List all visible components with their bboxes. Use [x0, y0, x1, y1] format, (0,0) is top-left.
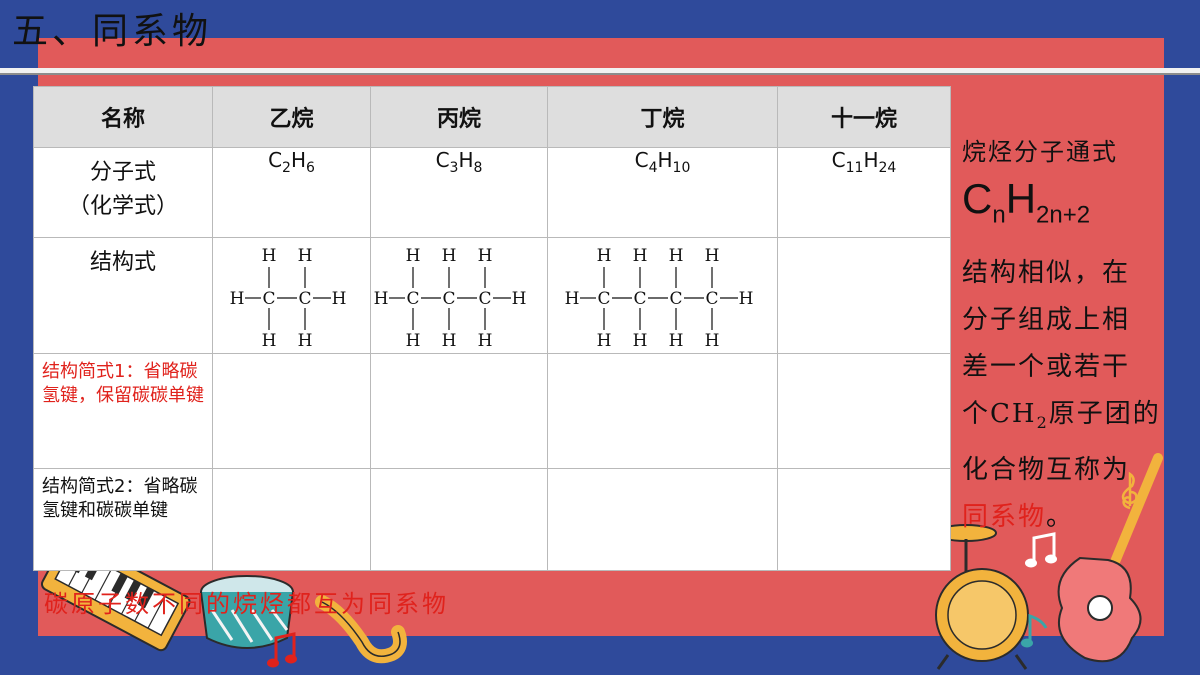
carbon-atom: C [478, 289, 491, 309]
butane-structure: HCHHCHHCHHCHHH [547, 237, 778, 354]
hydrogen-atom: H [298, 246, 313, 266]
cell-empty [370, 468, 548, 571]
hydrogen-atom: H [512, 289, 527, 309]
undecane-structure-empty [777, 237, 951, 354]
carbon-atom: C [262, 289, 275, 309]
butane-structure-diagram: H CHHCHHCHHCHHH [565, 246, 754, 351]
hydrogen-atom: H [262, 246, 277, 266]
hydrogen-atom: H [406, 331, 421, 351]
hydrogen-atom: H [597, 246, 612, 266]
carbon-atom: C [597, 289, 610, 309]
molecular-formula-row: 分子式 （化学式） C2H6 C3H8 C4H10 C11H24 [33, 147, 951, 238]
homologue-definition: 结构相似，在 分子组成上相 差一个或若干 个CH2原子团的 化合物互称为 同系物… [962, 258, 1161, 532]
carbon-atom: C [298, 289, 311, 309]
hydrogen-atom: H [669, 331, 684, 351]
hydrogen-atom: H [478, 246, 493, 266]
homologue-term: 同系物 [962, 501, 1047, 532]
general-formula: CnH2n+2 [962, 175, 1091, 229]
bottom-note: 碳原子数不同的烷烃都互为同系物 [44, 590, 449, 618]
header-propane: 丙烷 [370, 86, 548, 148]
butane-formula: C4H10 [547, 147, 778, 238]
cell-empty [547, 353, 778, 469]
header-ethane: 乙烷 [212, 86, 371, 148]
hydrogen-atom: H [406, 246, 421, 266]
molecular-formula-label: 分子式 （化学式） [33, 147, 213, 238]
simplified-formula-2-label: 结构简式2：省略碳氢键和碳碳单键 [33, 468, 213, 571]
table-header-row: 名称 乙烷 丙烷 丁烷 十一烷 [33, 86, 951, 148]
hydrogen-atom: H [705, 331, 720, 351]
structural-formula-row: 结构式 HCHHCHHH HCHHCHHCHHH HCHHCHHCHHCHHH [33, 237, 951, 354]
cell-empty [212, 353, 371, 469]
undecane-formula: C11H24 [777, 147, 951, 238]
propane-structure: HCHHCHHCHHH [370, 237, 548, 354]
ethane-structure: HCHHCHHH [212, 237, 371, 354]
hydrogen-atom: H [565, 289, 580, 309]
simplified-formula-2-row: 结构简式2：省略碳氢键和碳碳单键 [33, 468, 951, 571]
carbon-atom: C [633, 289, 646, 309]
hydrogen-atom: H [739, 289, 754, 309]
header-name: 名称 [33, 86, 213, 148]
header-undecane: 十一烷 [777, 86, 951, 148]
title-divider [0, 68, 1200, 75]
hydrogen-atom: H [705, 246, 720, 266]
header-butane: 丁烷 [547, 86, 778, 148]
hydrogen-atom: H [597, 331, 612, 351]
ethane-structure-diagram: H CHHCHHH [230, 246, 347, 351]
side-explanation: 烷烃分子通式 CnH2n+2 结构相似，在 分子组成上相 差一个或若干 个CH2… [962, 134, 1162, 541]
hydrogen-atom: H [374, 289, 389, 309]
carbon-atom: C [406, 289, 419, 309]
cell-empty [777, 468, 951, 571]
simplified-formula-1-row: 结构简式1：省略碳氢键，保留碳碳单键 [33, 353, 951, 469]
carbon-atom: C [669, 289, 682, 309]
structural-formula-label: 结构式 [33, 237, 213, 354]
general-formula-label: 烷烃分子通式 [962, 138, 1118, 166]
carbon-atom: C [705, 289, 718, 309]
cell-empty [370, 353, 548, 469]
cell-empty [777, 353, 951, 469]
propane-structure-diagram: H CHHCHHCHHH [374, 246, 527, 351]
simplified-formula-1-label: 结构简式1：省略碳氢键，保留碳碳单键 [33, 353, 213, 469]
page-title: 五、同系物 [12, 11, 213, 52]
homologous-series-table: 名称 乙烷 丙烷 丁烷 十一烷 分子式 （化学式） C2H6 C3H8 C4H1… [33, 86, 951, 571]
hydrogen-atom: H [478, 331, 493, 351]
hydrogen-atom: H [332, 289, 347, 309]
hydrogen-atom: H [442, 331, 457, 351]
propane-formula: C3H8 [370, 147, 548, 238]
teal-note-icon [1021, 613, 1048, 648]
cell-empty [212, 468, 371, 571]
hydrogen-atom: H [262, 331, 277, 351]
hydrogen-atom: H [298, 331, 313, 351]
ethane-formula: C2H6 [212, 147, 371, 238]
cell-empty [547, 468, 778, 571]
hydrogen-atom: H [633, 331, 648, 351]
music-note-icon [267, 632, 297, 668]
carbon-atom: C [442, 289, 455, 309]
hydrogen-atom: H [669, 246, 684, 266]
hydrogen-atom: H [633, 246, 648, 266]
hydrogen-atom: H [230, 289, 245, 309]
hydrogen-atom: H [442, 246, 457, 266]
